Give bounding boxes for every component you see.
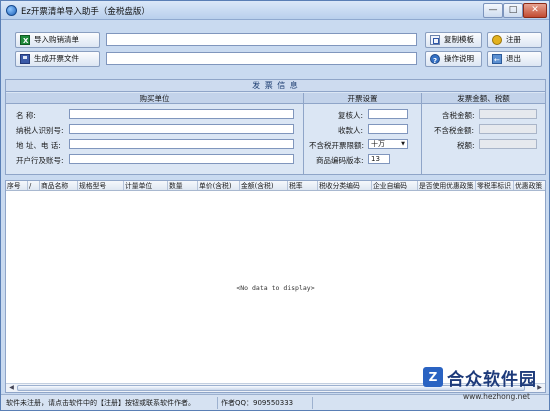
tax-amount-field — [479, 139, 537, 149]
column-header[interactable]: 单价(含税) — [198, 181, 240, 190]
amounts-group-title: 发票金额、税额 — [422, 93, 545, 104]
maximize-button[interactable]: □ — [503, 3, 523, 18]
column-header[interactable]: 税收分类编码 — [318, 181, 372, 190]
reviewer-label: 复核人: — [338, 111, 364, 120]
watermark: Z 合众软件园 www.hezhong.net — [421, 365, 550, 411]
reviewer-input[interactable] — [368, 109, 408, 119]
with-tax-amount-field — [479, 109, 537, 119]
generate-file-button[interactable]: 生成开票文件 — [15, 51, 100, 67]
help-label: 操作说明 — [444, 54, 474, 63]
exit-icon — [492, 53, 502, 67]
tax-amount-label: 税额: — [457, 141, 475, 150]
save-icon — [20, 54, 30, 64]
grid-header: 序号 / 商品名称 规格型号 计量单位 数量 单价(含税) 金额(含税) 税率 … — [6, 181, 545, 191]
version-input[interactable]: 13 — [368, 154, 390, 164]
buyer-group: 购买单位 名 称: 纳税人识别号: 地 址、电 话: 开户行及账号: — [6, 93, 304, 174]
amounts-group: 发票金额、税额 含税金额: 不含税金额: 税额: — [422, 93, 545, 174]
without-tax-amount-field — [479, 124, 537, 134]
payee-label: 收款人: — [338, 126, 364, 135]
column-header[interactable]: 计量单位 — [124, 181, 168, 190]
settings-group: 开票设置 复核人: 收款人: 不含税开票限额: 十万 ▼ 商品编码版本: 13 — [304, 93, 422, 174]
limit-value: 十万 — [371, 140, 385, 148]
action-area: 导入购销清单 复制模板 注册 生成开票文件 操作说明 退出 — [5, 23, 546, 71]
invoice-info-panel: 发 票 信 息 购买单位 名 称: 纳税人识别号: 地 址、电 话: 开户行及账… — [5, 79, 546, 175]
column-header[interactable]: 金额(含税) — [240, 181, 288, 190]
minimize-button[interactable]: — — [483, 3, 503, 18]
buyer-tax-id-input[interactable] — [69, 124, 294, 134]
column-header[interactable]: 序号 — [6, 181, 28, 190]
close-button[interactable]: ✕ — [523, 3, 547, 18]
limit-select[interactable]: 十万 ▼ — [368, 139, 408, 149]
column-header[interactable]: 零税率标识 — [476, 181, 514, 190]
buyer-address-input[interactable] — [69, 139, 294, 149]
column-header[interactable]: 数量 — [168, 181, 198, 190]
watermark-logo-icon: Z — [423, 367, 443, 387]
column-header[interactable]: 是否使用优惠政策 — [418, 181, 476, 190]
copy-icon — [430, 35, 440, 45]
scroll-left-icon[interactable]: ◀ — [7, 384, 16, 392]
settings-group-title: 开票设置 — [304, 93, 421, 104]
goods-grid[interactable]: 序号 / 商品名称 规格型号 计量单位 数量 单价(含税) 金额(含税) 税率 … — [5, 180, 546, 393]
invoice-info-title: 发 票 信 息 — [6, 80, 545, 92]
copy-template-label: 复制模板 — [444, 35, 474, 44]
title-bar: Ez开票清单导入助手（金税盘版） — □ ✕ — [1, 1, 549, 20]
exit-button[interactable]: 退出 — [487, 51, 542, 67]
exit-label: 退出 — [506, 54, 521, 63]
import-path-input[interactable] — [106, 33, 417, 46]
app-window: Ez开票清单导入助手（金税盘版） — □ ✕ 导入购销清单 复制模板 注册 生成… — [0, 0, 550, 411]
column-header[interactable]: 优惠政策 — [514, 181, 545, 190]
empty-grid-message: <No data to display> — [236, 284, 315, 292]
column-header[interactable]: 企业自编码 — [372, 181, 418, 190]
watermark-url: www.hezhong.net — [463, 392, 530, 401]
author-qq: 作者QQ：909550333 — [218, 397, 313, 409]
buyer-name-label: 名 称: — [16, 111, 36, 120]
help-button[interactable]: 操作说明 — [425, 51, 482, 68]
copy-template-button[interactable]: 复制模板 — [425, 32, 482, 48]
app-icon — [6, 5, 17, 16]
help-icon — [430, 54, 440, 68]
column-header[interactable]: 规格型号 — [78, 181, 124, 190]
buyer-address-label: 地 址、电 话: — [16, 141, 61, 150]
column-header[interactable]: 商品名称 — [40, 181, 78, 190]
register-label: 注册 — [506, 35, 521, 44]
with-tax-amount-label: 含税金额: — [442, 111, 475, 120]
window-title: Ez开票清单导入助手（金税盘版） — [21, 7, 150, 17]
column-header[interactable]: / — [28, 181, 40, 190]
status-message: 软件未注册，请点击软件中的【注册】按钮或联系软件作者。 — [3, 397, 218, 409]
buyer-bank-input[interactable] — [69, 154, 294, 164]
payee-input[interactable] — [368, 124, 408, 134]
import-list-label: 导入购销清单 — [34, 35, 79, 44]
column-header[interactable]: 税率 — [288, 181, 318, 190]
buyer-group-title: 购买单位 — [6, 93, 303, 104]
excel-icon — [20, 34, 30, 48]
buyer-name-input[interactable] — [69, 109, 294, 119]
limit-label: 不含税开票限额: — [309, 141, 365, 150]
without-tax-amount-label: 不含税金额: — [434, 126, 475, 135]
buyer-tax-id-label: 纳税人识别号: — [16, 126, 64, 135]
key-icon — [492, 35, 502, 45]
version-label: 商品编码版本: — [316, 156, 364, 165]
generate-file-label: 生成开票文件 — [34, 54, 79, 63]
register-button[interactable]: 注册 — [487, 32, 542, 48]
buyer-bank-label: 开户行及账号: — [16, 156, 64, 165]
import-list-button[interactable]: 导入购销清单 — [15, 32, 100, 48]
chevron-down-icon: ▼ — [401, 141, 405, 147]
output-path-input[interactable] — [106, 52, 417, 65]
watermark-text: 合众软件园 — [447, 370, 537, 390]
